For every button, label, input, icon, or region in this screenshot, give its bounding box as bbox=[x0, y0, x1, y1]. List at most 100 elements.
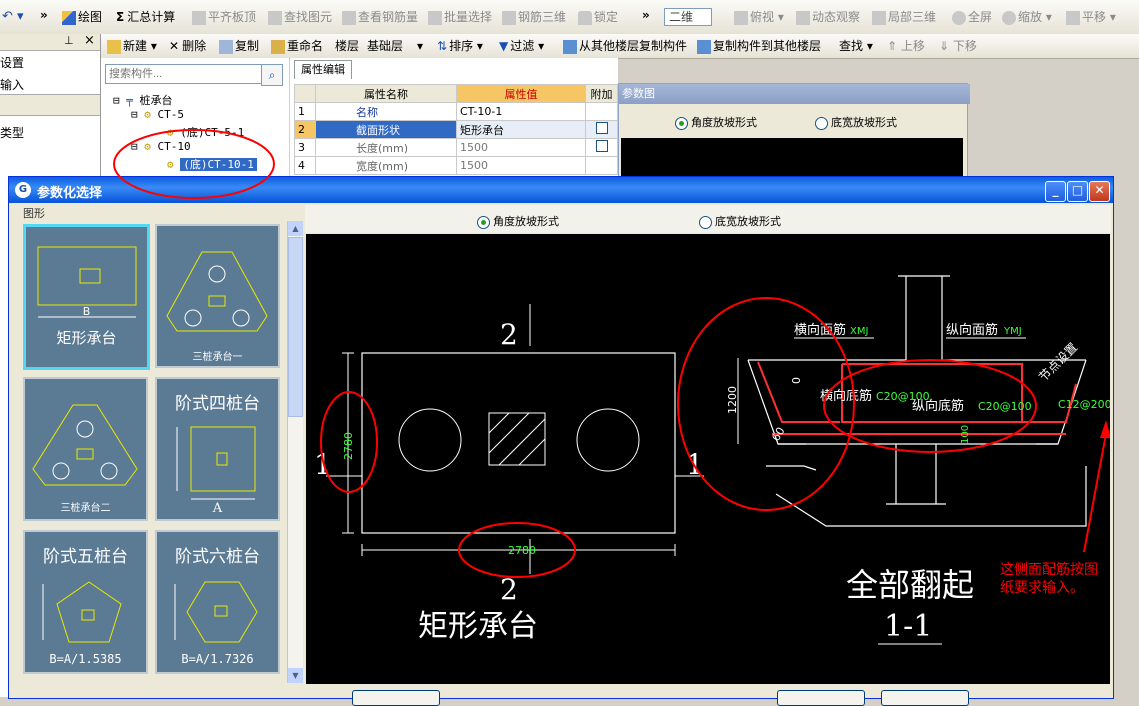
table-row[interactable]: 4 宽度(mm) 1500 bbox=[294, 156, 618, 175]
radio-angle-slope[interactable]: 角度放坡形式 bbox=[477, 213, 559, 229]
zoom-icon bbox=[1002, 10, 1016, 25]
row-extra[interactable] bbox=[585, 138, 618, 157]
search-icon[interactable]: ⌕ bbox=[261, 64, 283, 86]
tree-node-ct5-1[interactable]: ⚙ (底)CT-5-1 bbox=[167, 124, 244, 140]
table-row[interactable]: 1 名称 CT-10-1 bbox=[294, 102, 618, 121]
toolbar-overflow[interactable]: » bbox=[40, 3, 48, 27]
radio-width-slope[interactable]: 底宽放坡形式 bbox=[699, 213, 781, 229]
maximize-button[interactable]: □ bbox=[1067, 181, 1088, 202]
rename-button[interactable]: 重命名 bbox=[271, 34, 323, 58]
tree-node-ct10-label: CT-10 bbox=[157, 140, 191, 153]
batch-select-button[interactable]: 批量选择 bbox=[428, 5, 492, 29]
properties-panel: 属性编辑 属性名称 属性值 附加 1 名称 CT-10-1 2 截面形状 矩形承… bbox=[290, 58, 618, 178]
type-item[interactable]: 类型 bbox=[0, 124, 24, 141]
sort-button[interactable]: ⇅ 排序 ▾ bbox=[437, 34, 483, 58]
row-value[interactable]: 1500 bbox=[456, 138, 586, 157]
thumbnail-step-six[interactable]: 阶式六桩台 B=A/1.7326 bbox=[155, 530, 280, 674]
dialog-button-left[interactable] bbox=[352, 690, 440, 706]
three-pile-1-preview bbox=[166, 251, 268, 332]
thumbnail-rect-cap[interactable]: B 矩形承台 bbox=[23, 224, 150, 370]
search-input[interactable] bbox=[105, 64, 263, 84]
checkbox[interactable] bbox=[595, 122, 608, 134]
copy-from-floor-button[interactable]: 从其他楼层复制构件 bbox=[563, 34, 687, 58]
delete-button[interactable]: ✕ 删除 bbox=[169, 34, 206, 58]
floor-select[interactable]: 基础层 ▾ bbox=[367, 34, 423, 58]
flat-board-button[interactable]: 平齐板顶 bbox=[192, 5, 256, 29]
tree-node-ct10-1[interactable]: ⚙ (底)CT-10-1 bbox=[167, 156, 257, 172]
dialog-button-ok[interactable] bbox=[777, 690, 865, 706]
copy-icon bbox=[219, 39, 233, 54]
radio-angle-slope-label: 角度放坡形式 bbox=[493, 215, 559, 228]
collapse-icon[interactable]: ⊟ bbox=[131, 140, 138, 153]
find-element-button[interactable]: 查找图元 bbox=[268, 5, 332, 29]
find-button[interactable]: 查找 ▾ bbox=[839, 34, 873, 58]
move-up-button[interactable]: ⇑ 上移 bbox=[887, 34, 925, 58]
pan-button[interactable]: 平移 ▾ bbox=[1066, 5, 1116, 29]
row-number: 4 bbox=[294, 156, 316, 175]
three-pile-2-preview bbox=[32, 404, 138, 486]
row-value[interactable]: 1500 bbox=[456, 156, 586, 175]
dim-left: 2780 bbox=[342, 432, 355, 460]
pin-icon[interactable]: ⊥ bbox=[64, 34, 74, 47]
app-icon: G bbox=[15, 182, 31, 198]
undo-icon[interactable]: ↶ ▾ bbox=[2, 5, 24, 29]
param-radio-width[interactable]: 底宽放坡形式 bbox=[815, 114, 897, 130]
draw-button[interactable]: 绘图 bbox=[62, 5, 102, 29]
row-extra[interactable] bbox=[585, 120, 618, 139]
minimize-button[interactable]: _ bbox=[1045, 181, 1066, 202]
rebar-3d-button[interactable]: 钢筋三维 bbox=[502, 5, 566, 29]
new-icon bbox=[107, 39, 121, 54]
dialog-titlebar[interactable]: G 参数化选择 _ □ ✕ bbox=[9, 177, 1113, 203]
row-value[interactable]: 矩形承台 bbox=[456, 120, 586, 139]
thumbnail-three-pile-1[interactable]: 三桩承台一 bbox=[155, 224, 280, 368]
thumbnail-step-five[interactable]: 阶式五桩台 B=A/1.5385 bbox=[23, 530, 148, 674]
tab-properties[interactable]: 属性编辑 bbox=[294, 60, 352, 79]
param-radio-angle[interactable]: 角度放坡形式 bbox=[675, 114, 757, 130]
move-down-button[interactable]: ⇓ 下移 bbox=[939, 34, 977, 58]
rebar-3d-icon bbox=[502, 10, 516, 25]
scroll-up-icon[interactable]: ▲ bbox=[288, 221, 303, 236]
collapse-icon[interactable]: ⊟ bbox=[131, 108, 138, 121]
sum-button[interactable]: Σ 汇总计算 bbox=[116, 5, 175, 29]
row-name: 截面形状 bbox=[315, 120, 457, 139]
top-view-button[interactable]: 俯视 ▾ bbox=[734, 5, 784, 29]
thumbnail-step-four[interactable]: 阶式四桩台 A bbox=[155, 377, 280, 521]
dynamic-view-label: 动态观察 bbox=[812, 10, 861, 24]
new-button[interactable]: 新建 ▾ bbox=[107, 34, 157, 58]
code-zmj: YMJ bbox=[1003, 326, 1022, 337]
table-row[interactable]: 3 长度(mm) 1500 bbox=[294, 138, 618, 157]
copy-to-floor-button[interactable]: 复制构件到其他楼层 bbox=[697, 34, 821, 58]
pile-left bbox=[398, 408, 462, 472]
settings-item[interactable]: 设置 bbox=[0, 54, 24, 71]
tree-node-ct10[interactable]: ⊟ ⚙ CT-10 bbox=[131, 140, 191, 153]
filter-button[interactable]: ▼ 过滤 ▾ bbox=[499, 34, 544, 58]
copy-button[interactable]: 复制 bbox=[219, 34, 259, 58]
local-3d-button[interactable]: 局部三维 bbox=[872, 5, 936, 29]
tree-root[interactable]: ⊟ ╤ 桩承台 bbox=[113, 92, 173, 108]
toolbar-overflow-2[interactable]: » bbox=[642, 3, 650, 27]
row-value[interactable]: CT-10-1 bbox=[456, 102, 586, 121]
close-icon[interactable]: × bbox=[84, 33, 95, 48]
input-item[interactable]: 输入 bbox=[0, 76, 24, 93]
cad-preview[interactable]: 2 2 1 1 2780 2780 矩形承台 1200 0 100 60 横向面… bbox=[306, 234, 1110, 684]
scroll-thumb[interactable] bbox=[288, 237, 303, 417]
sort-label: 排序 bbox=[449, 39, 474, 53]
rebar-view-icon bbox=[342, 10, 356, 25]
collapse-icon[interactable]: ⊟ bbox=[113, 94, 120, 107]
label-zdj: 纵向底筋 bbox=[912, 398, 964, 414]
zoom-button[interactable]: 缩放 ▾ bbox=[1002, 5, 1052, 29]
thumbnail-three-pile-2[interactable]: 三桩承台二 bbox=[23, 377, 148, 521]
view-rebar-button[interactable]: 查看钢筋量 bbox=[342, 5, 418, 29]
scroll-down-icon[interactable]: ▼ bbox=[288, 668, 303, 683]
row-number-header bbox=[294, 84, 316, 103]
table-row[interactable]: 2 截面形状 矩形承台 bbox=[294, 120, 618, 139]
close-button[interactable]: ✕ bbox=[1089, 181, 1110, 202]
thumbnail-scrollbar[interactable]: ▲ ▼ bbox=[287, 221, 303, 683]
lock-button[interactable]: 锁定 bbox=[578, 5, 618, 29]
checkbox[interactable] bbox=[595, 140, 608, 152]
dialog-button-cancel[interactable] bbox=[881, 690, 969, 706]
dynamic-view-button[interactable]: 动态观察 bbox=[796, 5, 860, 29]
fullscreen-button[interactable]: 全屏 bbox=[952, 5, 992, 29]
view-2d-select[interactable]: 二维 bbox=[664, 5, 713, 29]
tree-node-ct5[interactable]: ⊟ ⚙ CT-5 bbox=[131, 108, 184, 121]
